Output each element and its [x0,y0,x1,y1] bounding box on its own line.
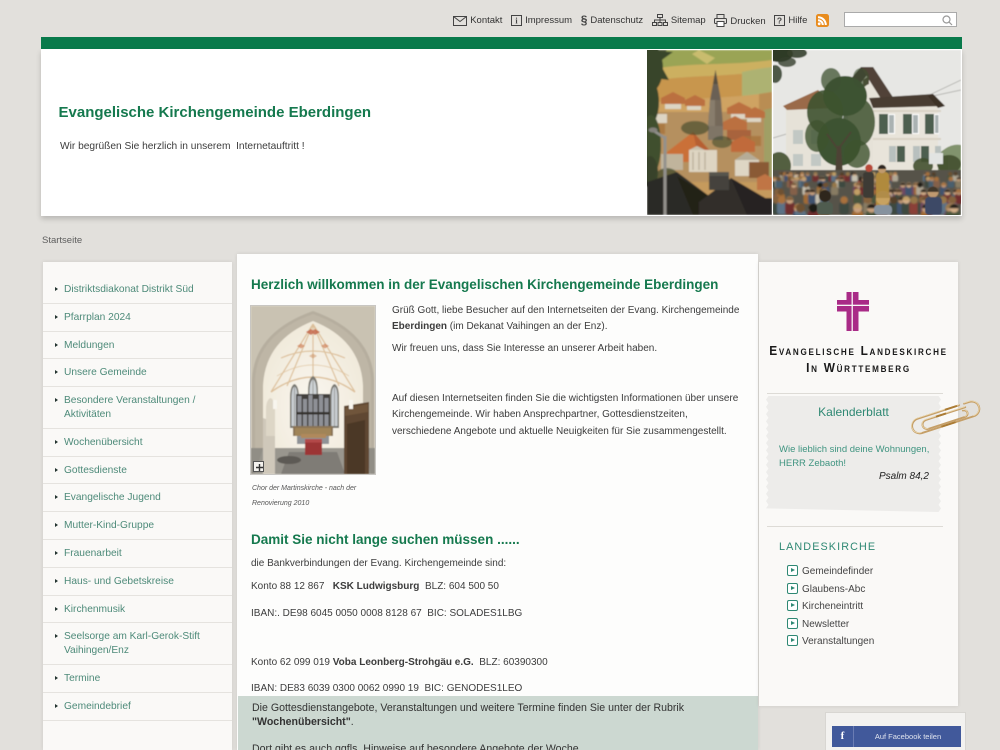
svg-text:i: i [515,16,518,25]
svg-text:?: ? [777,15,782,25]
